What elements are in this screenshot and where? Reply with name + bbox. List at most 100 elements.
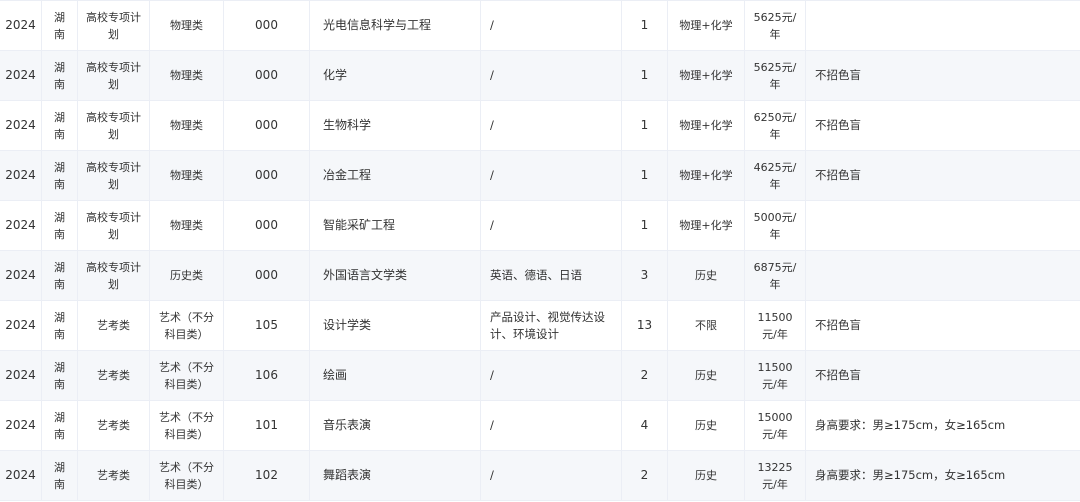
- year-cell: 2024: [0, 101, 42, 150]
- table-row: 2024 湖南 艺考类 艺术（不分科目类） 102 舞蹈表演 / 2 历史 13…: [0, 451, 1080, 501]
- major-code-cell: 000: [224, 101, 310, 150]
- batch-cell: 艺考类: [78, 401, 150, 450]
- batch-cell: 艺考类: [78, 451, 150, 500]
- plan-count-cell: 1: [622, 151, 668, 200]
- direction-cell: /: [481, 1, 622, 50]
- note-cell: 身高要求：男≥175cm，女≥165cm: [815, 468, 1006, 482]
- major-code-cell: 000: [224, 201, 310, 250]
- direction-cell: 产品设计、视觉传达设计、环境设计: [481, 301, 622, 350]
- table-row: 2024 湖南 艺考类 艺术（不分科目类） 105 设计学类 产品设计、视觉传达…: [0, 301, 1080, 351]
- table-row: 2024 湖南 高校专项计划 物理类 000 冶金工程 / 1 物理+化学 46…: [0, 151, 1080, 201]
- tuition-cell: 13225元/年: [745, 451, 806, 500]
- major-code-cell: 000: [224, 51, 310, 100]
- subject-requirement-cell: 物理+化学: [668, 151, 745, 200]
- batch-cell: 高校专项计划: [78, 251, 150, 300]
- batch-cell: 高校专项计划: [78, 1, 150, 50]
- table-row: 2024 湖南 艺考类 艺术（不分科目类） 106 绘画 / 2 历史 1150…: [0, 351, 1080, 401]
- province-cell: 湖南: [42, 101, 78, 150]
- year-cell: 2024: [0, 1, 42, 50]
- year-cell: 2024: [0, 251, 42, 300]
- category-cell: 历史类: [150, 251, 224, 300]
- plan-count-cell: 1: [622, 201, 668, 250]
- table-row: 2024 湖南 高校专项计划 物理类 000 生物科学 / 1 物理+化学 62…: [0, 101, 1080, 151]
- province-cell: 湖南: [42, 201, 78, 250]
- plan-count-cell: 2: [622, 351, 668, 400]
- subject-requirement-cell: 物理+化学: [668, 101, 745, 150]
- plan-count-cell: 1: [622, 51, 668, 100]
- direction-cell: /: [481, 101, 622, 150]
- major-code-cell: 101: [224, 401, 310, 450]
- province-cell: 湖南: [42, 1, 78, 50]
- subject-requirement-cell: 历史: [668, 351, 745, 400]
- plan-count-cell: 4: [622, 401, 668, 450]
- batch-cell: 艺考类: [78, 351, 150, 400]
- major-code-cell: 000: [224, 251, 310, 300]
- tuition-cell: 6250元/年: [745, 101, 806, 150]
- category-cell: 物理类: [150, 51, 224, 100]
- note-cell: 不招色盲: [815, 168, 861, 182]
- tuition-cell: 6875元/年: [745, 251, 806, 300]
- note-cell: 不招色盲: [815, 318, 861, 332]
- batch-cell: 高校专项计划: [78, 151, 150, 200]
- plan-count-cell: 3: [622, 251, 668, 300]
- category-cell: 物理类: [150, 201, 224, 250]
- category-cell: 物理类: [150, 151, 224, 200]
- subject-requirement-cell: 历史: [668, 251, 745, 300]
- tuition-cell: 4625元/年: [745, 151, 806, 200]
- tuition-cell: 11500元/年: [745, 351, 806, 400]
- table-row: 2024 湖南 艺考类 艺术（不分科目类） 101 音乐表演 / 4 历史 15…: [0, 401, 1080, 451]
- major-name-cell: 智能采矿工程: [310, 201, 481, 250]
- category-cell: 艺术（不分科目类）: [150, 351, 224, 400]
- note-cell: [806, 1, 1080, 50]
- major-name-cell: 舞蹈表演: [310, 451, 481, 500]
- major-name-cell: 光电信息科学与工程: [310, 1, 481, 50]
- direction-cell: /: [481, 351, 622, 400]
- note-cell: [806, 251, 1080, 300]
- plan-count-cell: 13: [622, 301, 668, 350]
- major-code-cell: 105: [224, 301, 310, 350]
- admissions-table: 2024 湖南 高校专项计划 物理类 000 光电信息科学与工程 / 1 物理+…: [0, 0, 1080, 501]
- province-cell: 湖南: [42, 51, 78, 100]
- table-row: 2024 湖南 高校专项计划 历史类 000 外国语言文学类 英语、德语、日语 …: [0, 251, 1080, 301]
- year-cell: 2024: [0, 451, 42, 500]
- subject-requirement-cell: 物理+化学: [668, 201, 745, 250]
- note-cell: 不招色盲: [815, 368, 861, 382]
- plan-count-cell: 1: [622, 101, 668, 150]
- direction-cell: 英语、德语、日语: [481, 251, 622, 300]
- category-cell: 艺术（不分科目类）: [150, 301, 224, 350]
- major-name-cell: 外国语言文学类: [310, 251, 481, 300]
- note-cell: 身高要求：男≥175cm，女≥165cm: [815, 418, 1006, 432]
- year-cell: 2024: [0, 301, 42, 350]
- tuition-cell: 5625元/年: [745, 51, 806, 100]
- major-name-cell: 冶金工程: [310, 151, 481, 200]
- batch-cell: 高校专项计划: [78, 201, 150, 250]
- major-name-cell: 设计学类: [310, 301, 481, 350]
- plan-count-cell: 2: [622, 451, 668, 500]
- note-cell: [806, 201, 1080, 250]
- province-cell: 湖南: [42, 351, 78, 400]
- tuition-cell: 5625元/年: [745, 1, 806, 50]
- tuition-cell: 11500元/年: [745, 301, 806, 350]
- major-name-cell: 音乐表演: [310, 401, 481, 450]
- province-cell: 湖南: [42, 301, 78, 350]
- category-cell: 物理类: [150, 1, 224, 50]
- major-code-cell: 106: [224, 351, 310, 400]
- year-cell: 2024: [0, 401, 42, 450]
- year-cell: 2024: [0, 201, 42, 250]
- batch-cell: 高校专项计划: [78, 51, 150, 100]
- province-cell: 湖南: [42, 151, 78, 200]
- tuition-cell: 15000元/年: [745, 401, 806, 450]
- year-cell: 2024: [0, 351, 42, 400]
- major-name-cell: 生物科学: [310, 101, 481, 150]
- province-cell: 湖南: [42, 401, 78, 450]
- subject-requirement-cell: 历史: [668, 451, 745, 500]
- table-row: 2024 湖南 高校专项计划 物理类 000 光电信息科学与工程 / 1 物理+…: [0, 1, 1080, 51]
- direction-cell: /: [481, 451, 622, 500]
- direction-cell: /: [481, 51, 622, 100]
- major-name-cell: 绘画: [310, 351, 481, 400]
- province-cell: 湖南: [42, 451, 78, 500]
- batch-cell: 艺考类: [78, 301, 150, 350]
- subject-requirement-cell: 历史: [668, 401, 745, 450]
- major-code-cell: 000: [224, 1, 310, 50]
- category-cell: 物理类: [150, 101, 224, 150]
